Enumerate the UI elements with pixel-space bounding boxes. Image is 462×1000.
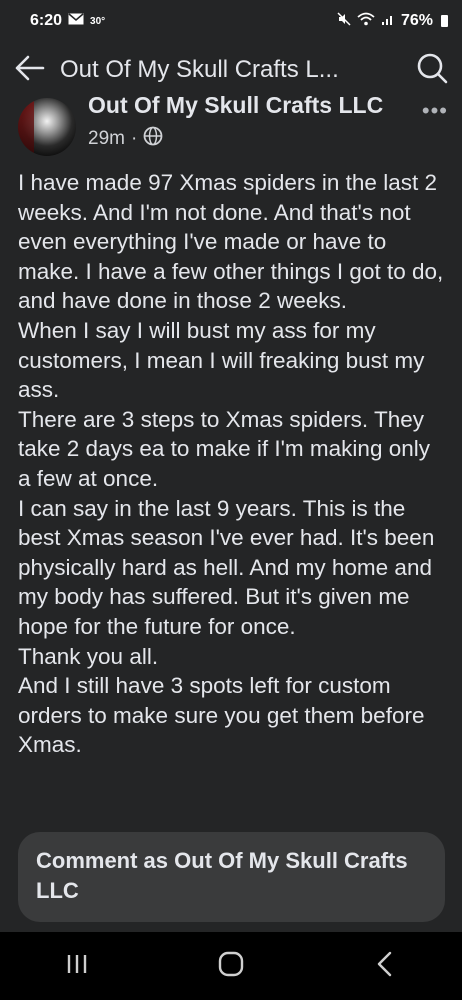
comment-input[interactable]: Comment as Out Of My Skull Crafts LLC	[18, 832, 445, 922]
page-header: Out Of My Skull Crafts L...	[0, 44, 462, 96]
status-temp: 30°	[90, 15, 106, 27]
home-icon	[218, 951, 244, 982]
post-author[interactable]: Out Of My Skull Crafts LLC	[88, 92, 383, 119]
comment-area: Comment as Out Of My Skull Crafts LLC	[0, 822, 462, 932]
recents-button[interactable]	[37, 936, 117, 996]
more-options-button[interactable]: •••	[422, 98, 448, 124]
mail-icon	[68, 12, 84, 30]
back-icon	[375, 951, 395, 982]
globe-icon	[143, 126, 163, 152]
post-paragraph: When I say I will bust my ass for my cus…	[18, 317, 425, 403]
home-button[interactable]	[191, 936, 271, 996]
post-time[interactable]: 29m	[88, 128, 125, 150]
battery-percent: 76%	[400, 12, 433, 29]
signal-icon	[381, 12, 395, 31]
screen: 6:20 30° 76% Out Of My Skull Crafts L...…	[0, 0, 462, 1000]
recents-icon	[65, 953, 89, 980]
search-icon	[416, 52, 448, 89]
status-time: 6:20	[30, 12, 63, 29]
status-right: 76%	[337, 11, 448, 31]
post-meta: 29m ·	[88, 126, 163, 152]
meta-separator: ·	[130, 128, 138, 149]
post-paragraph: I have made 97 Xmas spiders in the last …	[18, 170, 444, 314]
wifi-icon	[357, 12, 375, 31]
search-button[interactable]	[402, 44, 462, 96]
post-paragraph: Thank you all.	[18, 643, 159, 669]
post-header: Out Of My Skull Crafts LLC 29m · •••	[0, 92, 462, 158]
back-nav-button[interactable]	[345, 936, 425, 996]
post-paragraph: There are 3 steps to Xmas spiders. They …	[18, 406, 430, 491]
avatar[interactable]	[18, 98, 76, 156]
system-nav-bar	[0, 932, 462, 1000]
post-paragraph: I can say in the last 9 years. This is t…	[18, 495, 435, 639]
back-button[interactable]	[0, 44, 60, 96]
post-paragraph: And I still have 3 spots left for custom…	[18, 673, 425, 758]
arrow-left-icon	[15, 55, 45, 86]
status-bar: 6:20 30° 76%	[0, 0, 462, 42]
battery-icon	[441, 15, 448, 27]
mute-icon	[337, 11, 351, 31]
post-body: I have made 97 Xmas spiders in the last …	[18, 168, 448, 822]
status-left: 6:20 30°	[30, 12, 105, 30]
page-title: Out Of My Skull Crafts L...	[60, 56, 339, 83]
